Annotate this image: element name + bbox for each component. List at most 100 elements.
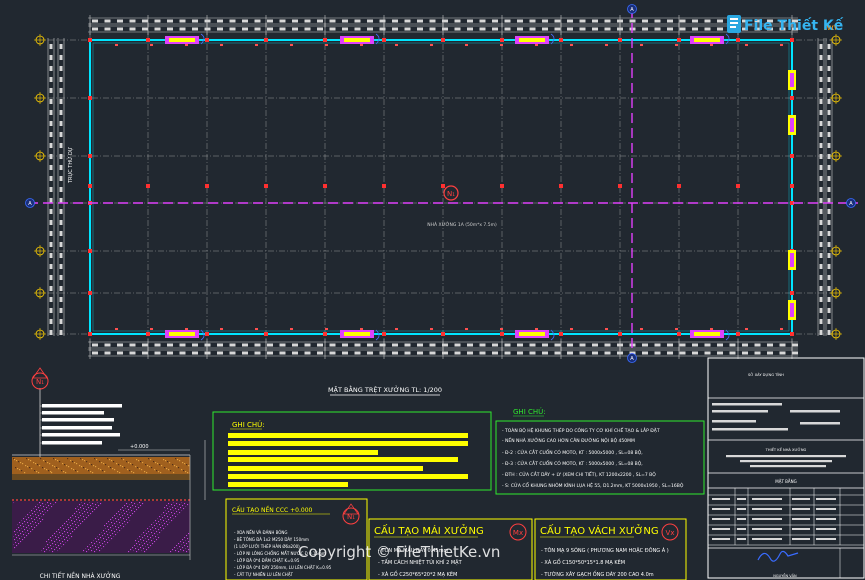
dimension-tick xyxy=(167,351,173,355)
foundation-line: - BÊ TÔNG ĐÁ 1x2 M250 DÀY 150mm xyxy=(234,537,309,542)
dimension-tick xyxy=(479,19,486,23)
dimension-tick xyxy=(567,27,573,31)
dimension-tick xyxy=(242,27,248,31)
column xyxy=(382,38,386,42)
dimension-tick xyxy=(827,275,831,280)
dimension-tick xyxy=(129,27,136,31)
dimension-tick xyxy=(819,110,823,115)
dimension-tick xyxy=(767,343,773,347)
title-block-cell xyxy=(712,508,730,510)
dimension-tick xyxy=(59,66,63,71)
dimension-tick xyxy=(819,88,823,93)
dimension-tick xyxy=(554,343,561,347)
dimension-tick xyxy=(827,319,831,324)
dimension-tick xyxy=(642,343,648,347)
note-highlight-bar xyxy=(228,441,468,446)
dimension-tick xyxy=(827,198,831,203)
dimension-tick xyxy=(192,19,198,23)
dimension-tick xyxy=(819,121,823,126)
column xyxy=(264,184,268,188)
title-block-cell xyxy=(792,498,810,500)
dimension-tick xyxy=(604,343,611,347)
dimension-tick xyxy=(379,19,386,23)
dimension-tick xyxy=(404,19,411,23)
dimension-tick xyxy=(59,297,63,302)
column xyxy=(88,38,92,42)
dimension-tick xyxy=(59,99,63,104)
dimension-tick xyxy=(342,351,348,355)
column xyxy=(382,332,386,336)
dimension-tick xyxy=(342,27,348,31)
dimension-tick xyxy=(392,27,398,31)
dimension-tick xyxy=(292,351,298,355)
dimension-tick xyxy=(304,343,311,347)
title-block-cell xyxy=(792,508,810,510)
svg-text:A: A xyxy=(630,7,634,13)
dimension-tick xyxy=(542,343,548,347)
dimension-tick xyxy=(827,209,831,214)
column xyxy=(790,184,794,188)
roof-title: CẤU TẠO MÁI XƯỞNG xyxy=(374,523,484,537)
wall-line: - TƯỜNG XÂY GẠCH ỐNG DÀY 200 CAO 4.0m xyxy=(541,570,654,578)
dimension-tick xyxy=(49,176,53,181)
column xyxy=(88,184,92,188)
dimension-tick xyxy=(192,27,198,31)
dimension-tick xyxy=(59,176,63,181)
dimension-tick xyxy=(279,27,286,31)
section-level-label: +0.000 xyxy=(130,444,149,450)
column xyxy=(205,38,209,42)
foundation-line: (1 LỚP LƯỚI THÉP HÀN Ø6a200) xyxy=(234,544,300,549)
svg-text:A: A xyxy=(849,201,853,207)
dimension-tick xyxy=(154,27,161,31)
dimension-tick xyxy=(604,351,611,355)
dimension-tick xyxy=(692,351,698,355)
dimension-tick xyxy=(154,351,161,355)
title-block-text-bar xyxy=(712,403,782,406)
dimension-tick xyxy=(417,343,423,347)
dimension-tick xyxy=(454,351,461,355)
dimension-tick xyxy=(819,242,823,247)
column xyxy=(382,184,386,188)
dimension-tick xyxy=(267,343,273,347)
dimension-tick xyxy=(679,27,686,31)
dimension-tick xyxy=(392,351,398,355)
title-block-cell xyxy=(752,528,782,530)
section-caption: CHI TIẾT NỀN NHÀ XƯỞNG xyxy=(40,572,121,580)
dimension-tick xyxy=(59,242,63,247)
dimension-tick xyxy=(242,19,248,23)
dimension-tick xyxy=(117,343,123,347)
dimension-tick xyxy=(49,132,53,137)
dimension-tick xyxy=(154,19,161,23)
dimension-tick xyxy=(504,27,511,31)
title-block-cell xyxy=(816,508,836,510)
dimension-tick xyxy=(104,343,111,347)
dimension-tick xyxy=(129,343,136,347)
dimension-tick xyxy=(579,351,586,355)
dimension-tick xyxy=(429,19,436,23)
dimension-tick xyxy=(49,220,53,225)
column xyxy=(441,184,445,188)
column xyxy=(790,96,794,100)
dimension-tick xyxy=(59,308,63,313)
dimension-tick xyxy=(529,351,536,355)
dimension-tick xyxy=(254,351,261,355)
copyright-watermark: Copyright © FileThietKe.vn xyxy=(298,543,500,561)
dimension-tick xyxy=(827,44,831,49)
dimension-tick xyxy=(92,351,98,355)
foundation-line: - XOA NỀN VÀ ĐÁNH BÓNG xyxy=(234,530,288,535)
title-block-cell xyxy=(737,498,746,500)
dimension-tick xyxy=(517,27,523,31)
dimension-tick xyxy=(729,351,736,355)
title-block-text-bar xyxy=(712,420,756,423)
dimension-tick xyxy=(167,19,173,23)
dimension-tick xyxy=(667,351,673,355)
leader-label-bar xyxy=(42,441,102,445)
dimension-tick xyxy=(792,343,798,347)
dimension-tick xyxy=(49,286,53,291)
section-detail-marker: N₁ xyxy=(36,378,44,386)
dimension-tick xyxy=(819,132,823,137)
dimension-tick xyxy=(717,19,723,23)
dimension-tick xyxy=(819,99,823,104)
column xyxy=(790,154,794,158)
title-block-text-bar xyxy=(712,410,768,413)
